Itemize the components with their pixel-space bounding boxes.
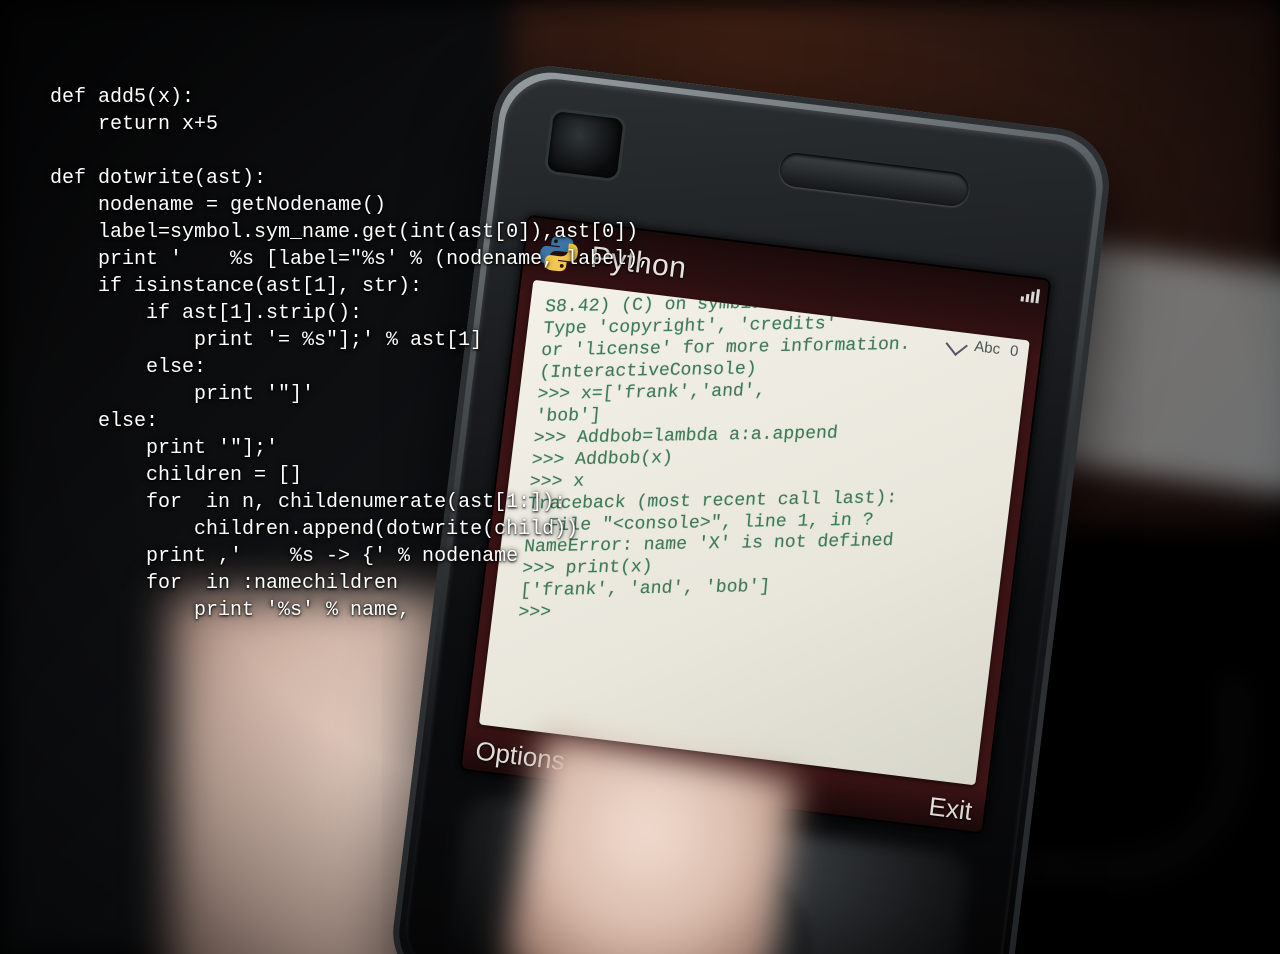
softkey-right[interactable]: Exit: [927, 791, 974, 827]
status-bar: [1020, 285, 1040, 303]
signal-icon: [1020, 285, 1040, 303]
code-overlay: def add5(x): return x+5 def dotwrite(ast…: [50, 84, 650, 624]
overlay-code-text: def add5(x): return x+5 def dotwrite(ast…: [50, 84, 650, 624]
